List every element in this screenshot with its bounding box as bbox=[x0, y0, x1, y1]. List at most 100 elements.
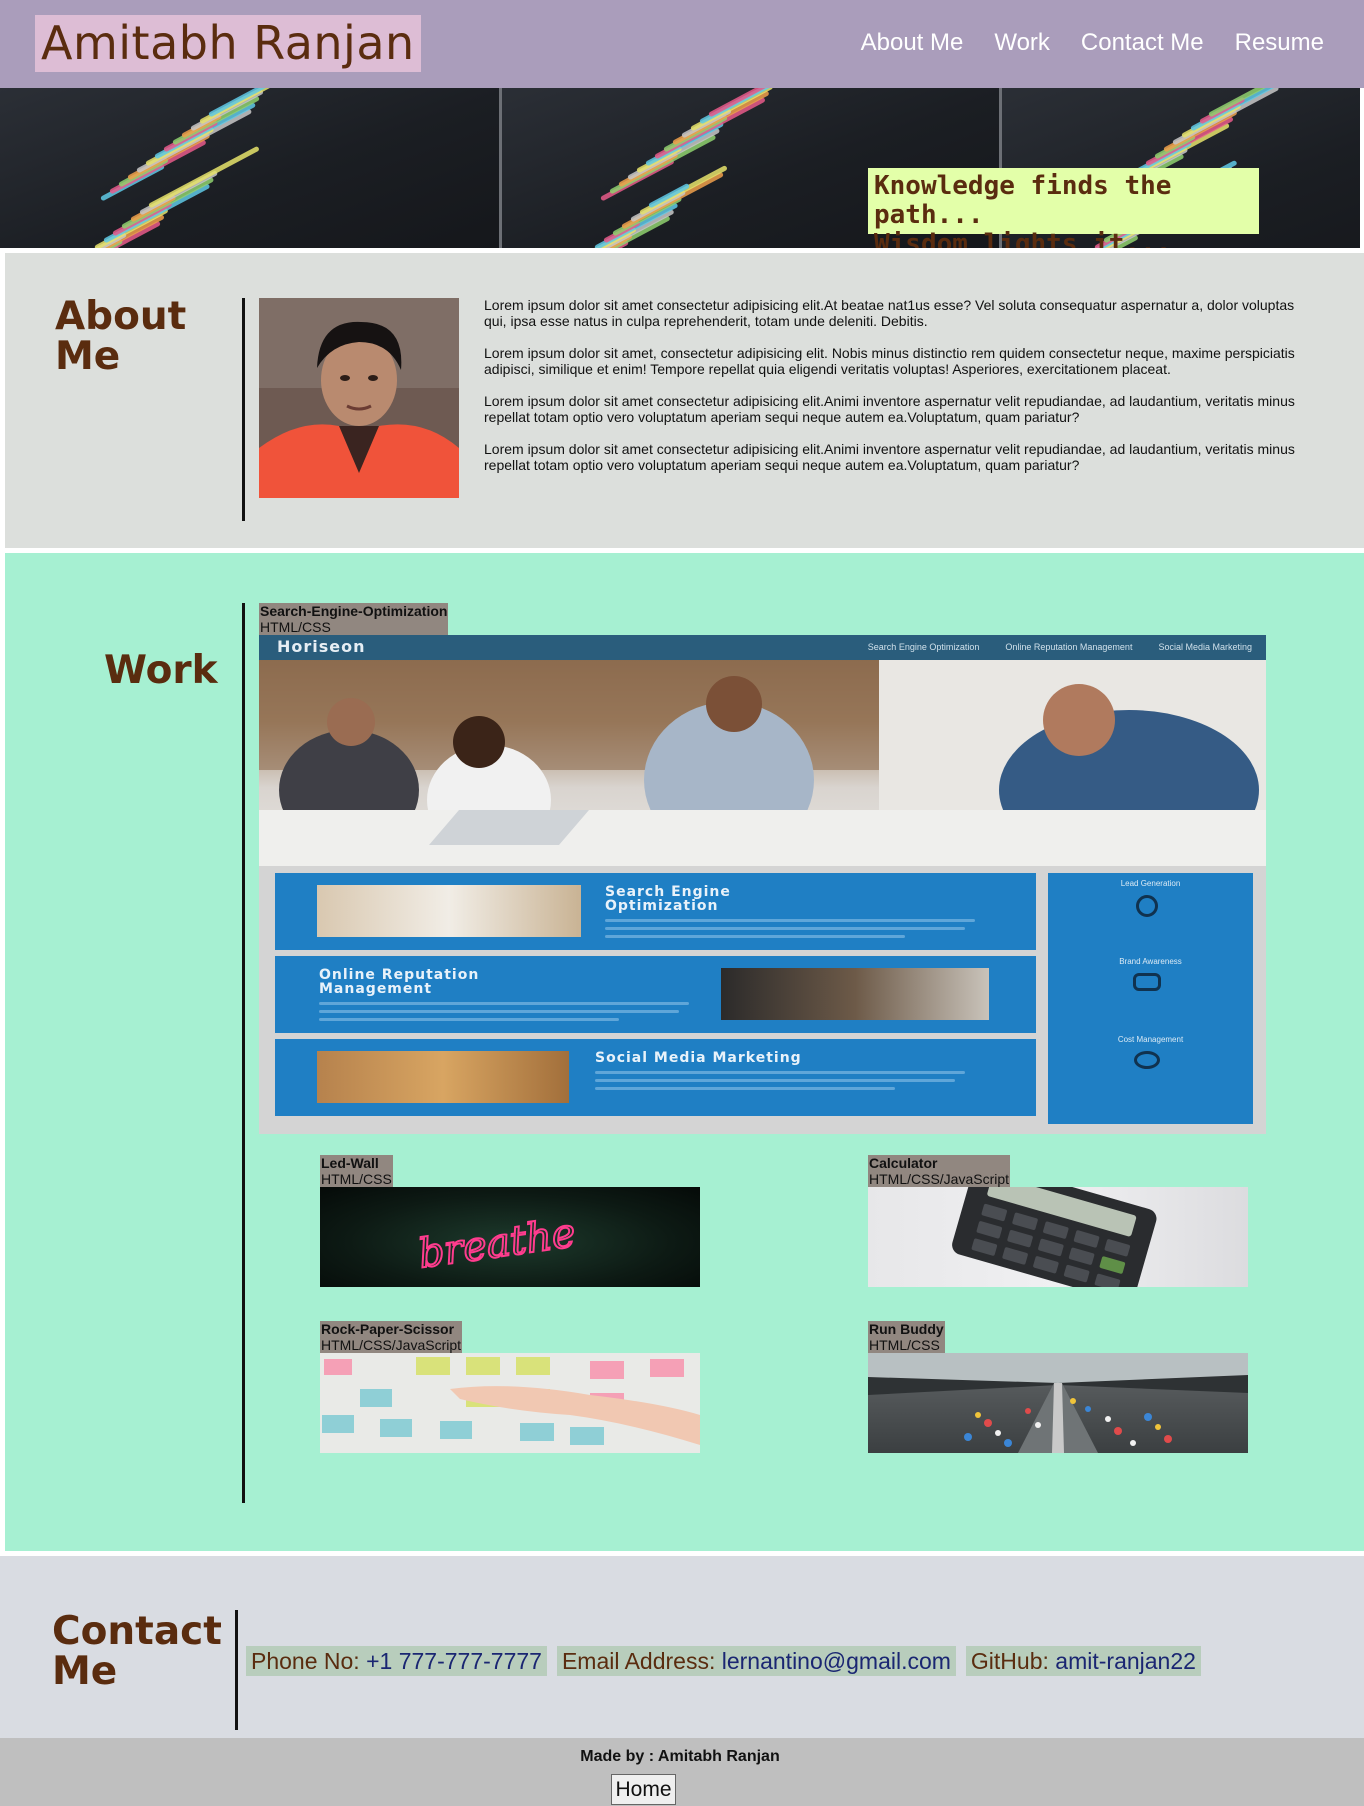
preview-logo: Horiseon bbox=[277, 637, 366, 656]
title-line: About bbox=[55, 294, 187, 339]
email-link[interactable]: lernantino@gmail.com bbox=[722, 1648, 951, 1674]
preview-thumb bbox=[317, 885, 581, 937]
code-line bbox=[690, 88, 774, 132]
project-name: Search-Engine-Optimization bbox=[260, 603, 448, 619]
code-line bbox=[1172, 88, 1280, 146]
phone-label: Phone No: bbox=[251, 1648, 360, 1674]
main-nav: About Me Work Contact Me Resume bbox=[861, 26, 1324, 60]
about-paragraph: Lorem ipsum dolor sit amet consectetur a… bbox=[484, 297, 1295, 329]
project-tech: HTML/CSS bbox=[321, 1171, 392, 1187]
preview-block-heading: Online Reputation Management bbox=[319, 967, 480, 997]
about-title: About Me bbox=[55, 297, 186, 377]
nav-link-resume[interactable]: Resume bbox=[1235, 26, 1324, 60]
preview-menu: Search Engine Optimization Online Reputa… bbox=[868, 642, 1252, 652]
about-paragraph: Lorem ipsum dolor sit amet consectetur a… bbox=[484, 393, 1295, 425]
project-caption[interactable]: Search-Engine-Optimization HTML/CSS bbox=[259, 603, 449, 635]
team-photo-art bbox=[259, 660, 1266, 870]
contact-github: GitHub: amit-ranjan22 bbox=[965, 1646, 1201, 1676]
preview-block-heading: Search Engine Optimization bbox=[605, 884, 731, 914]
site-footer: Made by : Amitabh Ranjan Home bbox=[0, 1738, 1364, 1806]
title-line: Me bbox=[52, 1649, 118, 1694]
cost-icon bbox=[1134, 1051, 1160, 1069]
project-name: Calculator bbox=[869, 1155, 938, 1171]
email-label: Email Address: bbox=[561, 1648, 716, 1674]
site-header: Amitabh Ranjan About Me Work Contact Me … bbox=[0, 0, 1364, 88]
preview-text-line bbox=[605, 919, 975, 922]
preview-team-photo bbox=[259, 660, 1266, 870]
preview-menu-item: Online Reputation Management bbox=[1005, 642, 1133, 652]
contact-title: Contact Me bbox=[52, 1612, 222, 1692]
nav-link-work[interactable]: Work bbox=[994, 26, 1050, 60]
project-caption[interactable]: Led-Wall HTML/CSS bbox=[320, 1155, 393, 1187]
preview-thumb bbox=[721, 968, 989, 1020]
about-section: About Me Lorem ipsum dolor sit amet cons… bbox=[5, 253, 1364, 548]
made-by-text: Made by : Amitabh Ranjan bbox=[580, 1748, 780, 1765]
about-text: Lorem ipsum dolor sit amet consectetur a… bbox=[484, 297, 1314, 489]
project-image-led-wall[interactable]: breathe bbox=[320, 1187, 700, 1287]
preview-menu-item: Search Engine Optimization bbox=[867, 642, 980, 652]
hero-quote: Knowledge finds the path... Wisdom light… bbox=[868, 168, 1259, 248]
profile-photo bbox=[259, 298, 459, 498]
project-caption[interactable]: Calculator HTML/CSS/JavaScript bbox=[868, 1155, 1011, 1187]
preview-navbar: Horiseon Search Engine Optimization Onli… bbox=[259, 635, 1266, 660]
preview-text-line bbox=[319, 1018, 619, 1021]
calculator-art bbox=[952, 1187, 1157, 1287]
project-name: Led-Wall bbox=[321, 1155, 379, 1171]
nav-link-contact[interactable]: Contact Me bbox=[1081, 26, 1204, 60]
lead-icon bbox=[1136, 895, 1158, 917]
project-image-run-buddy[interactable] bbox=[868, 1353, 1248, 1453]
preview-thumb bbox=[317, 1051, 569, 1103]
github-link[interactable]: amit-ranjan22 bbox=[1055, 1648, 1196, 1674]
project-caption[interactable]: Rock-Paper-Scissor HTML/CSS/JavaScript bbox=[320, 1321, 463, 1353]
preview-text-line bbox=[319, 1002, 689, 1005]
brand-name: Amitabh Ranjan bbox=[35, 15, 421, 72]
hero-banner: Knowledge finds the path... Wisdom light… bbox=[0, 88, 1360, 248]
marathon-art bbox=[868, 1353, 1248, 1453]
project-name: Rock-Paper-Scissor bbox=[321, 1321, 455, 1337]
home-button[interactable]: Home bbox=[611, 1774, 676, 1805]
brand-icon bbox=[1133, 973, 1161, 991]
preview-sidebar-heading: Cost Management bbox=[1117, 1035, 1184, 1044]
preview-text-line bbox=[605, 935, 905, 938]
hero-divider bbox=[499, 88, 502, 248]
project-tech: HTML/CSS bbox=[869, 1337, 940, 1353]
preview-sidebar-heading: Lead Generation bbox=[1120, 879, 1181, 888]
project-image-seo[interactable]: Horiseon Search Engine Optimization Onli… bbox=[259, 635, 1266, 1134]
preview-text-line bbox=[319, 1010, 679, 1013]
contact-list: Phone No: +1 777-777-7777 Email Address:… bbox=[246, 1646, 1201, 1676]
project-name: Run Buddy bbox=[869, 1321, 944, 1337]
preview-block: Online Reputation Management bbox=[275, 956, 1036, 1033]
preview-text-line bbox=[595, 1087, 895, 1090]
preview-text-line bbox=[595, 1079, 955, 1082]
about-paragraph: Lorem ipsum dolor sit amet consectetur a… bbox=[484, 441, 1295, 473]
project-tech: HTML/CSS bbox=[260, 619, 331, 635]
section-divider bbox=[242, 298, 245, 521]
led-wall-art: breathe bbox=[415, 1209, 580, 1279]
github-label: GitHub: bbox=[970, 1648, 1049, 1674]
contact-section: Contact Me Phone No: +1 777-777-7777 Ema… bbox=[0, 1556, 1364, 1738]
project-tech: HTML/CSS/JavaScript bbox=[869, 1171, 1010, 1187]
work-section: Work Search-Engine-Optimization HTML/CSS… bbox=[5, 553, 1364, 1551]
sticky-notes-art bbox=[322, 1357, 700, 1445]
nav-link-about[interactable]: About Me bbox=[861, 26, 964, 60]
led-art-text: breathe bbox=[416, 1210, 579, 1278]
title-line: Contact bbox=[52, 1609, 222, 1654]
phone-link[interactable]: +1 777-777-7777 bbox=[366, 1648, 542, 1674]
preview-block: Search Engine Optimization bbox=[275, 873, 1036, 950]
hero-code-image bbox=[0, 88, 500, 248]
project-caption[interactable]: Run Buddy HTML/CSS bbox=[868, 1321, 945, 1353]
preview-sidebar: Lead Generation Brand Awareness Cost Man… bbox=[1048, 873, 1253, 1124]
contact-email: Email Address: lernantino@gmail.com bbox=[556, 1646, 956, 1676]
preview-text-line bbox=[595, 1071, 965, 1074]
section-divider bbox=[242, 603, 245, 1503]
quote-line: Wisdom lights it... bbox=[874, 229, 1172, 249]
preview-sidebar-heading: Brand Awareness bbox=[1119, 957, 1182, 966]
project-image-calculator[interactable] bbox=[868, 1187, 1248, 1287]
title-line: Me bbox=[55, 334, 121, 379]
project-image-rock-paper-scissor[interactable] bbox=[320, 1353, 700, 1453]
quote-line: Knowledge finds the path... bbox=[874, 171, 1172, 230]
section-divider bbox=[235, 1610, 238, 1730]
contact-phone: Phone No: +1 777-777-7777 bbox=[246, 1646, 547, 1676]
about-paragraph: Lorem ipsum dolor sit amet, consectetur … bbox=[484, 345, 1295, 377]
profile-photo-art bbox=[259, 298, 459, 498]
